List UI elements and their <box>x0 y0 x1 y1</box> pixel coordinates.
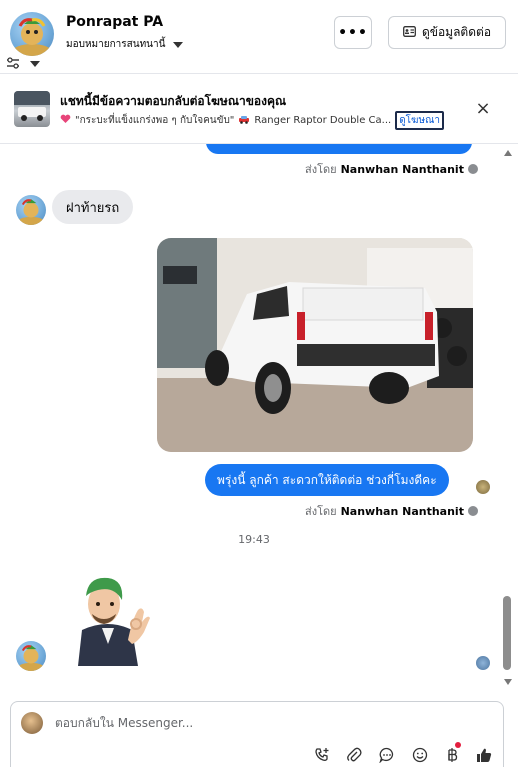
ad-car-name: Ranger Raptor Double Ca... <box>254 115 392 126</box>
sender-name: Nanwhan Nanthanit <box>340 504 464 518</box>
phone-add-icon[interactable] <box>313 746 331 764</box>
incoming-message-bubble[interactable]: ฝาท้ายรถ <box>52 190 134 224</box>
scroll-up-arrow-icon[interactable] <box>504 150 512 156</box>
contact-seen-indicator <box>476 656 490 670</box>
truck-photo-message[interactable] <box>157 238 473 452</box>
contact-avatar-small[interactable] <box>16 641 46 671</box>
seen-check-icon <box>467 164 478 174</box>
view-contact-info-button[interactable]: ดูข้อมูลติดต่อ <box>388 16 506 49</box>
ok-gesture-sticker[interactable] <box>62 570 154 666</box>
close-icon[interactable]: × <box>474 100 492 118</box>
saved-reply-icon[interactable] <box>378 746 396 764</box>
ad-text: "กระบะที่แข็งแกร่งพอ ๆ กับใจคนขับ" <box>75 115 235 126</box>
ad-thumbnail <box>14 91 50 127</box>
notification-dot <box>455 742 461 748</box>
emoji-icon[interactable] <box>411 746 429 764</box>
message-timestamp: 19:43 <box>238 533 270 546</box>
message-composer <box>10 701 504 767</box>
ad-reply-banner: แชทนี้มีข้อความตอบกลับต่อโฆษณาของคุณ "กร… <box>0 74 518 144</box>
conversation-header: Ponrapat PA มอบหมายการสนทนานี้ ••• ดูข้อ… <box>0 0 518 74</box>
chevron-down-icon <box>30 60 40 67</box>
sent-by-prefix: ส่งโดย <box>305 163 337 176</box>
scroll-down-arrow-icon[interactable] <box>504 679 512 685</box>
baht-payment-icon[interactable] <box>443 742 461 764</box>
seen-avatar-indicator <box>476 480 490 494</box>
message-thread[interactable]: ส่งโดย Nanwhan Nanthanit ฝาท้ายรถ พรุ่งน… <box>0 144 518 700</box>
view-ad-link[interactable]: ดูโฆษณา <box>395 111 444 130</box>
car-icon <box>238 115 250 127</box>
heart-icon <box>60 114 71 127</box>
paperclip-icon[interactable] <box>345 746 363 764</box>
sent-by-label: ส่งโดย Nanwhan Nanthanit <box>305 160 478 178</box>
ad-banner-details: "กระบะที่แข็งแกร่งพอ ๆ กับใจคนขับ" Range… <box>60 111 444 130</box>
thumbs-up-icon[interactable] <box>475 746 493 764</box>
outgoing-message-bubble-partial <box>206 144 472 154</box>
contact-avatar-small[interactable] <box>16 195 46 225</box>
chevron-down-icon <box>173 41 184 48</box>
sent-by-label: ส่งโดย Nanwhan Nanthanit <box>305 502 478 520</box>
seen-check-icon <box>467 506 478 516</box>
view-contact-info-label: ดูข้อมูลติดต่อ <box>421 25 492 39</box>
page-avatar <box>21 712 43 734</box>
scroll-thumb[interactable] <box>503 596 511 670</box>
message-scrollbar[interactable] <box>502 144 514 700</box>
contact-avatar[interactable] <box>10 12 54 56</box>
ad-banner-title: แชทนี้มีข้อความตอบกลับต่อโฆษณาของคุณ <box>60 94 287 108</box>
assign-conversation-dropdown[interactable]: มอบหมายการสนทนานี้ <box>66 37 184 52</box>
outgoing-message-bubble[interactable]: พรุ่งนี้ ลูกค้า สะดวกให้ติดต่อ ช่วงกี่โม… <box>205 464 449 496</box>
filter-control[interactable] <box>6 54 40 73</box>
contact-card-icon <box>403 25 416 40</box>
reply-input[interactable] <box>55 716 455 730</box>
sent-by-prefix: ส่งโดย <box>305 505 337 518</box>
sender-name: Nanwhan Nanthanit <box>340 162 464 176</box>
more-options-button[interactable]: ••• <box>334 16 372 49</box>
assign-label: มอบหมายการสนทนานี้ <box>66 39 166 50</box>
contact-name[interactable]: Ponrapat PA <box>66 14 163 30</box>
sliders-icon <box>6 54 20 73</box>
